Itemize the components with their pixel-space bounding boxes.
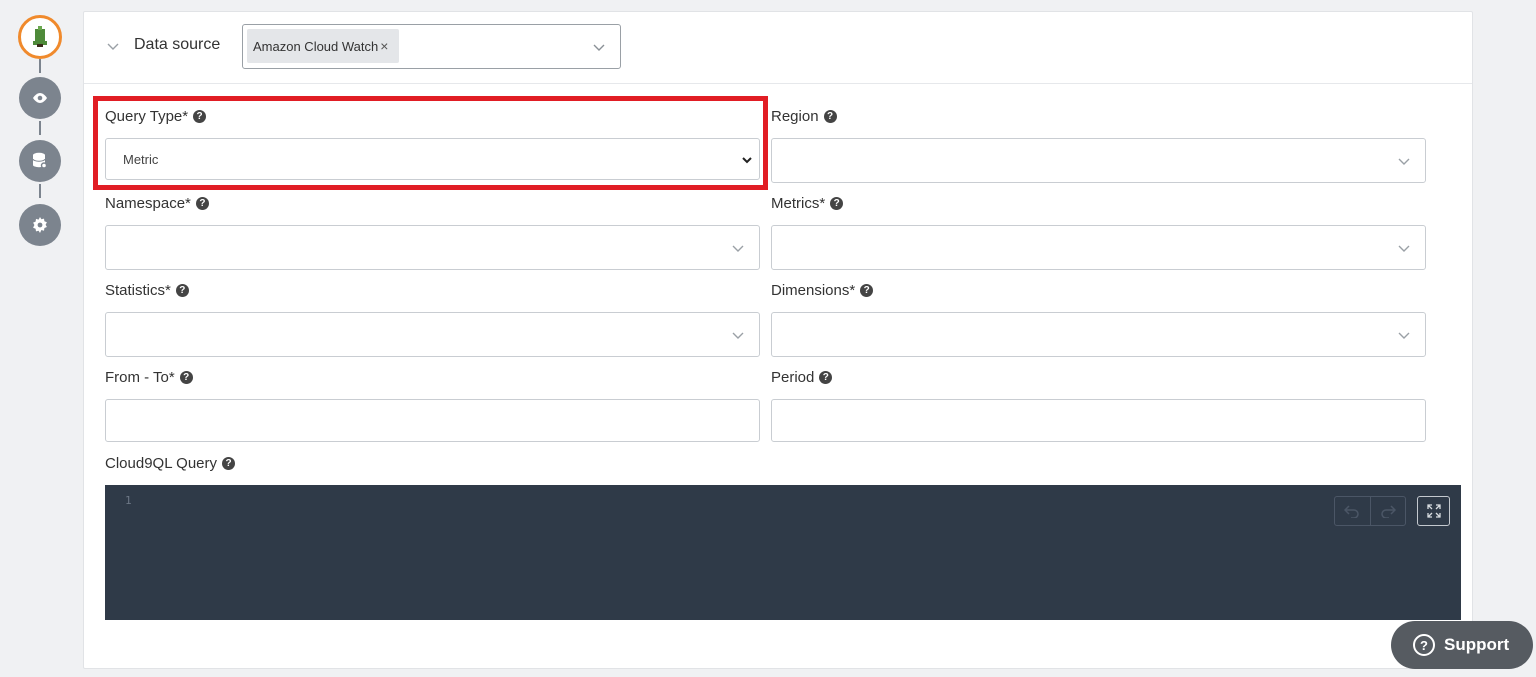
statistics-label: Statistics* ? xyxy=(105,282,189,299)
step-datasource[interactable] xyxy=(18,15,62,59)
fullscreen-button[interactable] xyxy=(1417,496,1450,526)
region-select[interactable] xyxy=(771,138,1426,183)
expand-icon xyxy=(1426,504,1441,518)
from-to-input[interactable] xyxy=(105,399,760,442)
help-icon[interactable]: ? xyxy=(860,284,874,297)
datasource-chip: Amazon Cloud Watch × xyxy=(247,29,399,63)
redo-icon xyxy=(1381,505,1396,518)
step-connector xyxy=(39,184,41,198)
line-number: 1 xyxy=(125,494,132,507)
undo-icon xyxy=(1344,505,1359,518)
help-icon[interactable]: ? xyxy=(823,110,837,123)
dimensions-select[interactable] xyxy=(771,312,1426,357)
support-label: Support xyxy=(1444,635,1510,654)
help-icon[interactable]: ? xyxy=(222,457,236,470)
chevron-down-icon[interactable] xyxy=(592,40,606,54)
dimensions-label: Dimensions* ? xyxy=(771,282,874,299)
cloud9ql-editor[interactable]: 1 xyxy=(105,485,1461,620)
chevron-down-icon[interactable] xyxy=(106,39,120,53)
redo-button[interactable] xyxy=(1369,497,1406,525)
query-type-highlight xyxy=(93,96,768,190)
datasource-label: Data source xyxy=(134,36,221,53)
namespace-label: Namespace* ? xyxy=(105,195,209,212)
chevron-down-icon xyxy=(1398,245,1410,252)
undo-button[interactable] xyxy=(1335,497,1370,525)
support-button[interactable]: ? Support xyxy=(1391,621,1533,669)
eye-icon xyxy=(33,93,47,103)
gear-icon xyxy=(33,217,47,233)
region-label: Region ? xyxy=(771,108,837,125)
datasource-chip-label: Amazon Cloud Watch xyxy=(253,38,379,54)
metrics-label: Metrics* ? xyxy=(771,195,844,212)
chip-remove-icon[interactable]: × xyxy=(380,38,388,54)
database-gear-icon xyxy=(32,152,48,169)
step-rail xyxy=(0,0,80,677)
namespace-select[interactable] xyxy=(105,225,760,270)
help-circle-icon: ? xyxy=(1413,634,1435,656)
metrics-select[interactable] xyxy=(771,225,1426,270)
chevron-down-icon xyxy=(1398,332,1410,339)
period-label: Period ? xyxy=(771,369,833,386)
chevron-down-icon xyxy=(732,332,744,339)
statistics-select[interactable] xyxy=(105,312,760,357)
help-icon[interactable]: ? xyxy=(179,371,193,384)
cloud9ql-label: Cloud9QL Query ? xyxy=(105,455,236,472)
building-icon xyxy=(33,26,47,47)
datasource-select[interactable]: Amazon Cloud Watch × xyxy=(242,24,621,69)
step-connector xyxy=(39,59,41,73)
period-input[interactable] xyxy=(771,399,1426,442)
help-icon[interactable]: ? xyxy=(819,371,833,384)
help-icon[interactable]: ? xyxy=(175,284,189,297)
chevron-down-icon xyxy=(1398,158,1410,165)
step-preview[interactable] xyxy=(19,77,61,119)
step-connector xyxy=(39,121,41,135)
datasource-row: Data source Amazon Cloud Watch × xyxy=(84,12,1472,84)
undo-redo-group xyxy=(1334,496,1406,526)
chevron-down-icon xyxy=(732,245,744,252)
step-settings[interactable] xyxy=(19,204,61,246)
step-database[interactable] xyxy=(19,140,61,182)
from-to-label: From - To* ? xyxy=(105,369,193,386)
help-icon[interactable]: ? xyxy=(195,197,209,210)
help-icon[interactable]: ? xyxy=(830,197,844,210)
